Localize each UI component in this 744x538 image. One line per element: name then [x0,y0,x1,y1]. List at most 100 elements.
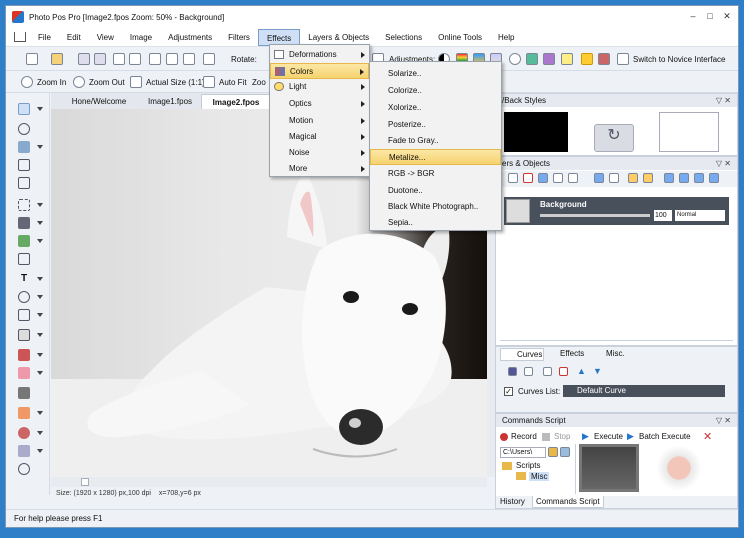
layer-merge-icon[interactable] [594,173,604,183]
zoom-out-icon[interactable] [73,76,85,88]
menu-item-noise[interactable]: Noise [270,145,369,161]
switch-novice-button[interactable]: Switch to Novice Interface [633,55,725,64]
close-button[interactable]: ✕ [720,11,734,22]
chevron-down-icon[interactable] [37,431,43,435]
straighten-tool-icon[interactable] [18,177,30,189]
line-tool-icon[interactable] [18,309,30,321]
tab-home[interactable]: Hone/Welcome [59,94,139,109]
panel-controls[interactable]: ▽ ✕ [716,157,731,170]
curves-up-icon[interactable]: ▲ [577,366,586,376]
chevron-down-icon[interactable] [37,239,43,243]
tab-image2[interactable]: Image2.fpos [201,94,271,109]
undo-icon[interactable] [113,53,125,65]
menu-item-rgb-bgr[interactable]: RGB -> BGR [370,166,501,182]
menu-selections[interactable]: Selections [377,29,430,46]
red-eye-tool-icon[interactable] [18,427,30,439]
menu-file[interactable]: File [30,29,59,46]
menu-item-black-white[interactable]: Black White Photograph.. [370,199,501,215]
redo-icon[interactable] [129,53,141,65]
menu-item-xolorize[interactable]: Xolorize.. [370,100,501,116]
eraser-tool-icon[interactable] [18,367,30,379]
opacity-value[interactable]: 100 [654,210,672,221]
chevron-down-icon[interactable] [37,371,43,375]
stop-button[interactable]: Stop [554,432,570,441]
curves-save-icon[interactable] [508,367,517,376]
curves-add-icon[interactable] [543,367,552,376]
delete-icon[interactable] [203,53,215,65]
menu-view[interactable]: View [89,29,122,46]
magic-wand-icon[interactable] [18,217,30,229]
fill-tool-icon[interactable] [18,329,30,341]
menu-filters[interactable]: Filters [220,29,258,46]
chevron-down-icon[interactable] [37,277,43,281]
filter-icon[interactable] [543,53,555,65]
menu-item-motion[interactable]: Motion [270,113,369,129]
smudge-tool-icon[interactable] [18,445,30,457]
script-path-field[interactable]: C:\Users\ [500,447,546,458]
minimize-button[interactable]: – [686,11,700,21]
splitter[interactable] [575,444,576,494]
menu-item-sepia[interactable]: Sepia.. [370,215,501,231]
menu-help[interactable]: Help [490,29,522,46]
tab-image1[interactable]: Image1.fpos [141,94,199,109]
style-swatch-light[interactable] [659,112,719,152]
copy-icon[interactable] [166,53,178,65]
tab-history[interactable]: History [500,496,525,508]
execute-button[interactable]: Execute [594,432,623,441]
menu-item-posterize[interactable]: Posterize.. [370,117,501,133]
script-thumbnail-face[interactable] [650,444,708,492]
menu-item-optics[interactable]: Optics [270,96,369,112]
menu-item-fade-to-gray[interactable]: Fade to Gray.. [370,133,501,149]
chevron-down-icon[interactable] [37,333,43,337]
chevron-down-icon[interactable] [37,411,43,415]
panel-controls[interactable]: ▽ ✕ [716,414,731,427]
chevron-down-icon[interactable] [37,221,43,225]
select-tool-icon[interactable] [18,199,30,211]
zoom-button[interactable]: Zoo [252,78,266,87]
zoom-in-button[interactable]: Zoom In [37,78,66,87]
curves-new-icon[interactable] [524,367,533,376]
new-file-icon[interactable] [26,53,38,65]
print-icon[interactable] [94,53,106,65]
move-top-icon[interactable] [709,173,719,183]
sharpen-icon[interactable] [526,53,538,65]
clear-script-icon[interactable]: ✕ [703,430,712,443]
cloud-icon[interactable] [560,447,570,457]
scroll-thumb[interactable] [81,478,89,486]
menu-item-colorize[interactable]: Colorize.. [370,83,501,99]
clone-stamp-icon[interactable] [18,407,30,419]
panel-controls[interactable]: ▽ ✕ [716,94,731,107]
eyedropper-tool-icon[interactable] [18,387,30,399]
menu-item-solarize[interactable]: Solarize.. [370,66,501,82]
layer-paste-icon[interactable] [568,173,578,183]
menu-edit[interactable]: Edit [59,29,89,46]
style-swatch-dark[interactable] [504,112,568,152]
maximize-button[interactable]: □ [703,11,717,21]
menu-item-light[interactable]: Light [270,79,369,95]
crop-tool-icon[interactable] [18,159,30,171]
brush-tool-icon[interactable] [18,349,30,361]
chevron-down-icon[interactable] [37,353,43,357]
blur-tool-icon[interactable] [18,463,30,475]
pointer-tool-icon[interactable] [18,103,30,115]
move-down-icon[interactable] [679,173,689,183]
curves-down-icon[interactable]: ▼ [593,366,602,376]
move-bottom-icon[interactable] [664,173,674,183]
chevron-down-icon[interactable] [37,313,43,317]
zoom-tool-icon[interactable] [18,123,30,135]
open-folder-icon[interactable] [51,53,63,65]
folder-scripts[interactable]: Scripts [516,461,540,470]
actual-size-icon[interactable] [130,76,142,88]
script-thumbnail-portrait[interactable] [579,444,639,492]
layer-ungroup-icon[interactable] [643,173,653,183]
layer-delete-icon[interactable] [523,173,533,183]
cut-icon[interactable] [149,53,161,65]
layer-row-background[interactable]: Background 100 Normal [504,197,729,225]
home-icon[interactable] [14,32,26,42]
layer-new-icon[interactable] [508,173,518,183]
blend-mode-select[interactable]: Normal [675,210,725,221]
pen-tool-icon[interactable] [18,235,30,247]
auto-fit-icon[interactable] [203,76,215,88]
layer-props-icon[interactable] [538,173,548,183]
paste-icon[interactable] [183,53,195,65]
